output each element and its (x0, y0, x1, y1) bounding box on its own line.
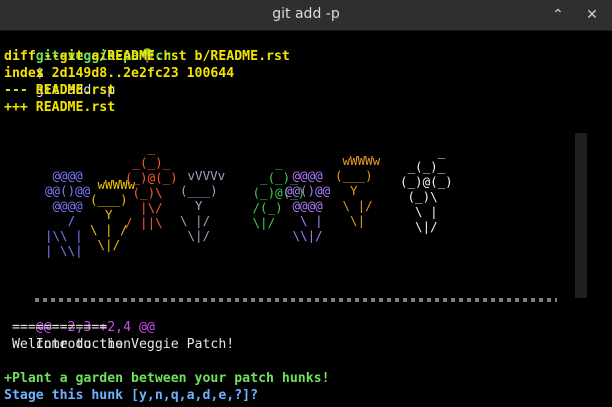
close-icon[interactable]: ✕ (584, 7, 600, 23)
terminal[interactable]: git-veggie-pa🌳ch $ git add -p diff --git… (0, 31, 612, 407)
plant-1: @@@@ @@()@@ @@@@ / |\\ | | \\| (45, 168, 91, 258)
minus-file-line: --- README.rst (4, 83, 116, 98)
plant-6: @@@@ @@()@@ @@@@ \ | \\|/ (285, 168, 331, 243)
plus-file-line: +++ README.rst (4, 100, 116, 115)
window-titlebar: git add -p ⌃ ✕ (0, 0, 612, 31)
index-line: index 2d149d8..2e2fc23 100644 (4, 66, 235, 81)
hunk-header-line: @@ -2,3 +2,4 @@ Introduction (4, 302, 155, 352)
plant-4: vVVVv (___) Y \ |/ \|/ (180, 168, 226, 243)
plant-8: _ _(_)_ (_)@(_) (_)\ \ | \|/ (400, 144, 453, 234)
diff-header: diff --git a/README.rst b/README.rst (4, 49, 290, 64)
minimize-icon[interactable]: ⌃ (550, 7, 566, 23)
added-line: +Plant a garden between your patch hunks… (4, 371, 330, 386)
window-title: git add -p (272, 6, 340, 22)
plant-7: wWWWw (___) Y \ |/ \| (335, 153, 381, 228)
stage-prompt[interactable]: Stage this hunk [y,n,q,a,d,e,?]? (4, 387, 258, 404)
plant-3: _ _(_)_ (_)@(_) (_)\ |\/ / ||\ (125, 140, 178, 230)
context-line-1: ============ (4, 320, 108, 335)
garden-art: @@@@ @@()@@ @@@@ / |\\ | | \\| wWWWw (__… (35, 140, 560, 302)
context-line-2: Welcome to the Veggie Patch! (4, 337, 235, 352)
terminal-scrollbar[interactable] (575, 133, 587, 298)
prompt-line: git-veggie-pa🌳ch $ git add -p (4, 31, 172, 98)
